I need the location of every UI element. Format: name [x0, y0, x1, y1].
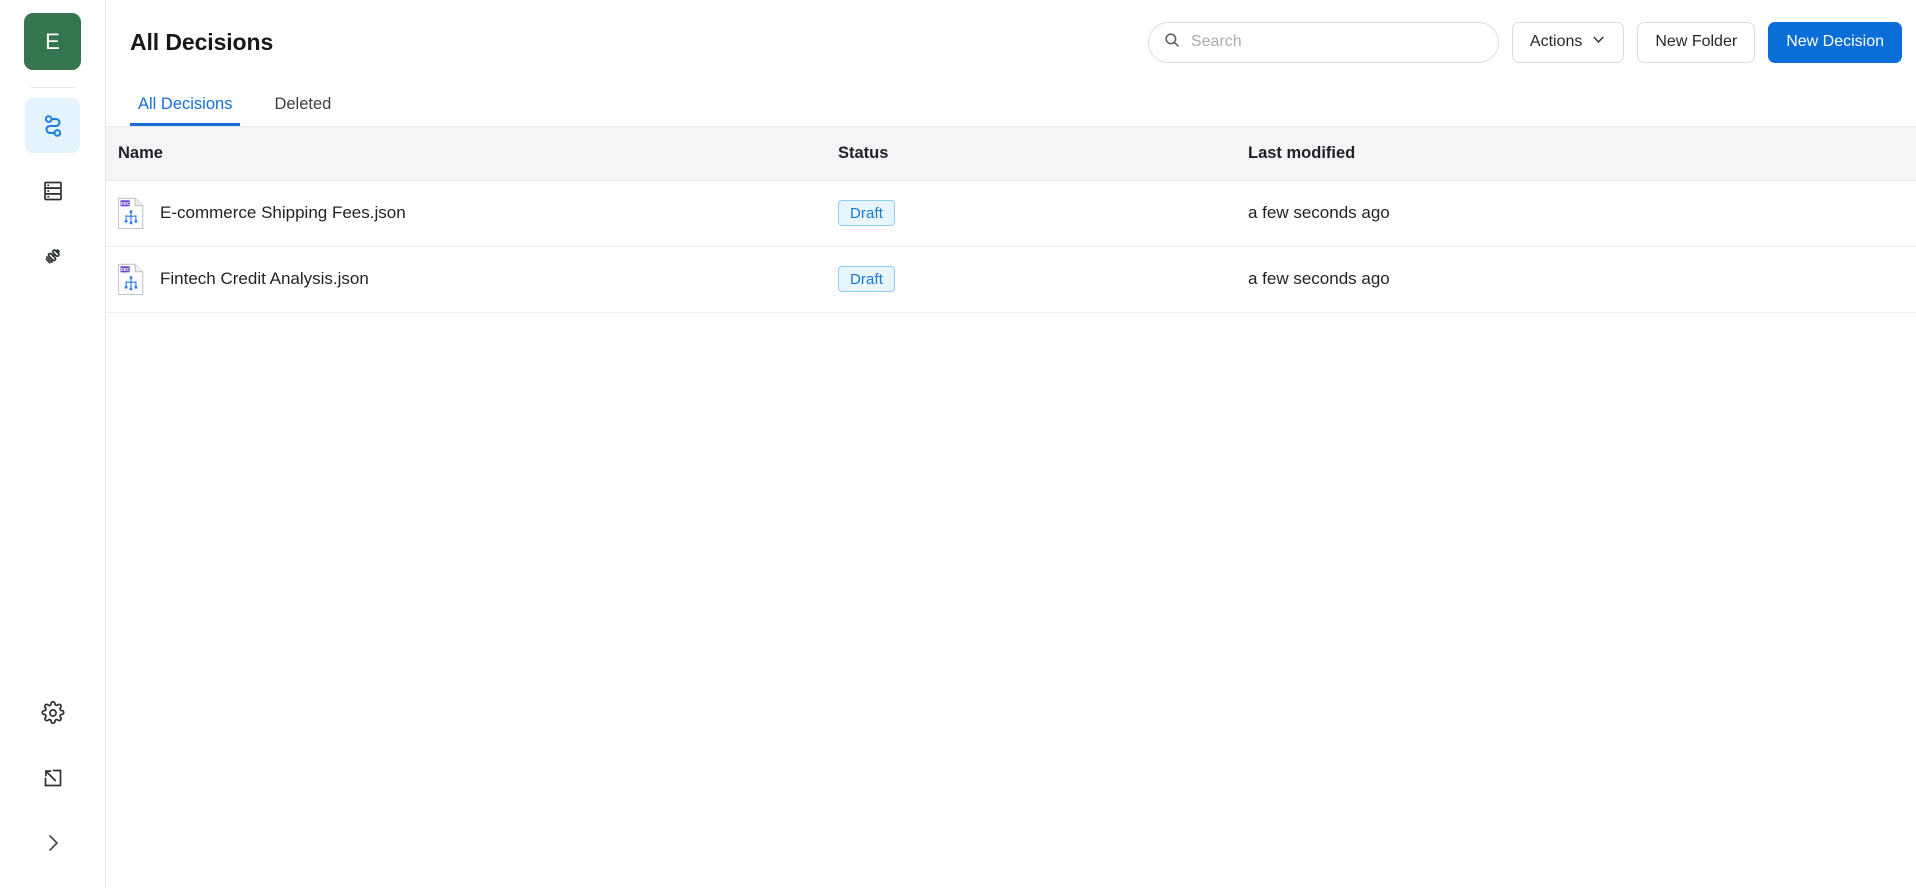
- file-name: E-commerce Shipping Fees.json: [160, 203, 406, 222]
- sidebar-item-connections[interactable]: [25, 228, 80, 283]
- status-badge: Draft: [838, 200, 896, 226]
- sidebar-item-data[interactable]: [25, 163, 80, 218]
- svg-text:DEC: DEC: [121, 201, 130, 206]
- avatar-initial: E: [45, 28, 60, 54]
- tab-deleted-label: Deleted: [274, 95, 332, 113]
- table-header: Name Status Last modified: [106, 127, 1916, 181]
- page-title: All Decisions: [130, 28, 274, 55]
- search-input[interactable]: [1190, 33, 1484, 51]
- cell-status: Draft: [826, 246, 1236, 313]
- new-decision-button-label: New Decision: [1786, 33, 1884, 50]
- sidebar-nav: [25, 98, 80, 283]
- sidebar-item-collapse-panel[interactable]: [26, 750, 81, 805]
- sidebar: E: [0, 0, 106, 888]
- decision-json-file-icon: DEC: [118, 197, 144, 229]
- decision-json-file-icon: DEC: [118, 263, 144, 295]
- column-header-last-modified[interactable]: Last modified: [1236, 127, 1916, 181]
- decisions-table-container: Name Status Last modified DEC E-commerce…: [106, 126, 1916, 888]
- status-badge: Draft: [838, 266, 896, 292]
- sidebar-item-expand[interactable]: [26, 815, 81, 870]
- table-row[interactable]: DEC: [106, 180, 1916, 247]
- tab-all-decisions[interactable]: All Decisions: [130, 95, 241, 126]
- cell-last-modified: a few seconds ago: [1236, 246, 1916, 313]
- file-name: Fintech Credit Analysis.json: [160, 269, 369, 288]
- search-box[interactable]: [1147, 21, 1499, 63]
- name-cell: DEC: [118, 197, 814, 229]
- topbar-actions: Actions New Folder New Decision: [1147, 21, 1902, 63]
- table-row[interactable]: DEC: [106, 246, 1916, 313]
- column-header-status[interactable]: Status: [826, 127, 1236, 181]
- cell-name[interactable]: DEC: [106, 246, 826, 313]
- cell-name[interactable]: DEC: [106, 180, 826, 247]
- name-cell: DEC: [118, 263, 814, 295]
- sidebar-divider: [30, 87, 75, 88]
- main-content: All Decisions Actions: [106, 0, 1916, 888]
- table-body: DEC E-commerce Shipping Fees.json Draft …: [106, 180, 1916, 313]
- app-root: E All Decisions Search Actions New Folde…: [0, 0, 1916, 888]
- cell-status: Draft: [826, 180, 1236, 247]
- chevron-right-icon: [41, 831, 65, 855]
- decisions-table: Name Status Last modified DEC E-commerce…: [106, 127, 1916, 313]
- actions-button[interactable]: Actions: [1511, 21, 1625, 63]
- new-folder-button-label: New Folder: [1655, 33, 1738, 50]
- decision-flow-icon: [40, 113, 66, 139]
- gear-icon: [41, 700, 65, 725]
- chevron-down-icon: [1591, 32, 1606, 52]
- svg-text:DEC: DEC: [121, 267, 130, 272]
- search-icon: [1163, 31, 1181, 54]
- tab-bar: All Decisions Deleted: [106, 84, 1916, 126]
- topbar: All Decisions Actions: [106, 0, 1916, 84]
- table-header-row: Name Status Last modified: [106, 127, 1916, 181]
- sidebar-item-settings[interactable]: [26, 685, 81, 740]
- cell-last-modified: a few seconds ago: [1236, 180, 1916, 247]
- collapse-panel-icon: [41, 766, 65, 790]
- avatar[interactable]: E: [24, 13, 81, 70]
- actions-button-label: Actions: [1529, 33, 1583, 50]
- tab-deleted[interactable]: Deleted: [266, 95, 339, 126]
- tab-all-decisions-label: All Decisions: [138, 95, 233, 113]
- sidebar-bottom-nav: [0, 685, 106, 870]
- new-decision-button[interactable]: New Decision: [1768, 21, 1902, 63]
- column-header-name[interactable]: Name: [106, 127, 826, 181]
- new-folder-button[interactable]: New Folder: [1637, 21, 1756, 63]
- data-rack-icon: [41, 179, 65, 203]
- sidebar-item-decisions[interactable]: [25, 98, 80, 153]
- connections-plug-icon: [41, 244, 65, 268]
